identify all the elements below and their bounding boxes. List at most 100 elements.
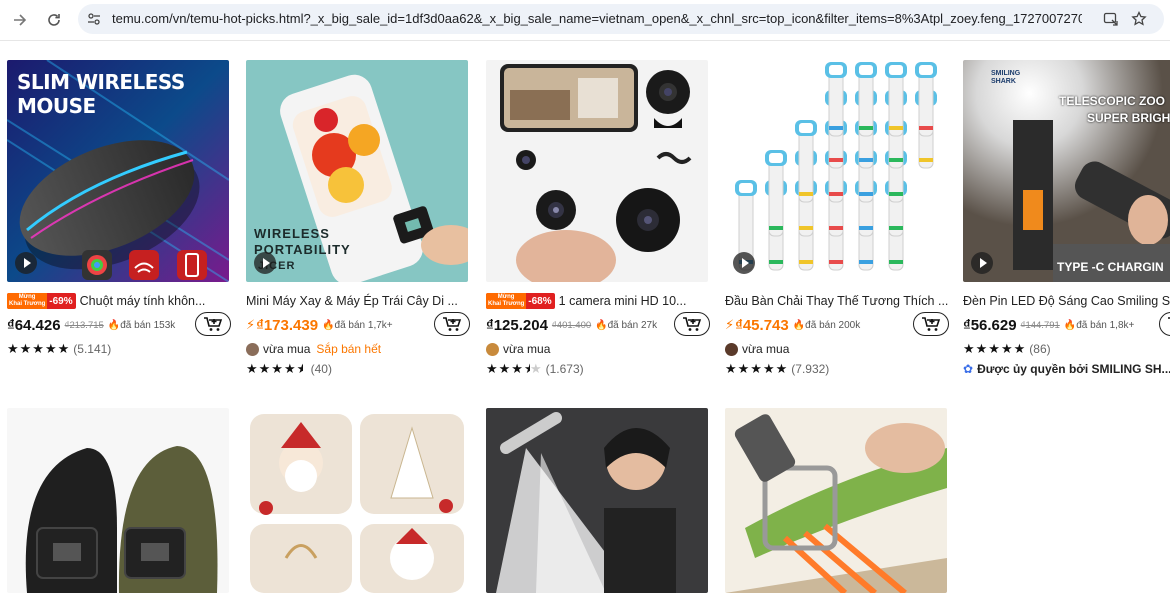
reload-icon[interactable] bbox=[42, 8, 66, 32]
url-host: temu.com bbox=[112, 11, 170, 26]
image-text-type-c: TYPE -C CHARGIN bbox=[1057, 260, 1164, 274]
recent-buyer-row: vừa mua Sắp bán hết bbox=[246, 340, 472, 358]
product-title: Mini Máy Xay & Máy Ép Trái Cây Di ... bbox=[246, 294, 458, 308]
half-star: ★ bbox=[297, 361, 303, 377]
product-image-shower-head[interactable] bbox=[486, 408, 708, 593]
verified-store-icon: ✿ bbox=[963, 362, 974, 376]
play-video-icon[interactable] bbox=[971, 252, 993, 274]
product-image-christmas-pillows[interactable] bbox=[246, 408, 468, 593]
rating-count: (1.673) bbox=[545, 362, 584, 376]
product-image-toothbrush-heads[interactable] bbox=[725, 60, 947, 282]
price: ₫125.204 bbox=[486, 316, 548, 334]
sold-count: đã bán 1,7k+ bbox=[334, 319, 393, 331]
url-text[interactable]: temu.com/vn/temu-hot-picks.html?_x_big_s… bbox=[112, 11, 1082, 26]
badge-tag-line1: Mừng bbox=[18, 294, 36, 300]
play-video-icon[interactable] bbox=[254, 252, 276, 274]
product-image-vegetable-peeler[interactable] bbox=[725, 408, 947, 593]
product-image-camera[interactable] bbox=[486, 60, 708, 282]
discount-text: -68% bbox=[528, 295, 552, 307]
badge-tag-line2: Khai Trương bbox=[9, 301, 46, 307]
price-row: ⚡ ₫45.743 🔥đã bán 200k bbox=[725, 312, 949, 338]
cart-icon bbox=[683, 317, 702, 331]
rating-count: (40) bbox=[310, 362, 332, 376]
recent-buyer-text: vừa mua bbox=[263, 342, 311, 356]
site-settings-icon[interactable] bbox=[86, 11, 102, 27]
rating-row: ★★★★★ (5.141) bbox=[7, 340, 233, 358]
price-row: ₫125.204 ₫401.400 🔥đã bán 27k bbox=[486, 312, 710, 338]
image-text-wireless: WIRELESS bbox=[254, 226, 330, 241]
rating-count: (7.932) bbox=[791, 362, 830, 376]
add-to-cart-button[interactable] bbox=[434, 312, 470, 336]
product-title-row[interactable]: Mini Máy Xay & Máy Ép Trái Cây Di ... bbox=[246, 292, 470, 310]
product-title-row[interactable]: Mừng Khai Trương -68% 1 camera mini HD 10… bbox=[486, 292, 710, 310]
address-bar[interactable]: temu.com/vn/temu-hot-picks.html?_x_big_s… bbox=[78, 4, 1164, 34]
discount-text: -69% bbox=[49, 295, 73, 307]
cart-icon bbox=[443, 317, 462, 331]
brand-logo-shark: SHARK bbox=[991, 78, 1016, 85]
play-video-icon[interactable] bbox=[15, 252, 37, 274]
price: ₫56.629 bbox=[963, 316, 1017, 334]
price: ₫64.426 bbox=[7, 316, 61, 334]
sold-count: đã bán 1,8k+ bbox=[1076, 319, 1135, 331]
avatar bbox=[486, 342, 499, 356]
rating-stars: ★★★★★ bbox=[7, 341, 71, 356]
brand-logo-smiling: SMILING bbox=[991, 70, 1021, 77]
product-image-mouse[interactable]: SLIM WIRELESS MOUSE bbox=[7, 60, 229, 282]
stock-note: Sắp bán hết bbox=[316, 342, 382, 356]
rating-row: ★★★★★ (40) bbox=[246, 360, 472, 378]
sold-count: đã bán 27k bbox=[607, 319, 658, 331]
sold-count: đã bán 153k bbox=[120, 319, 176, 331]
rating-stars: ★★★★★ bbox=[486, 361, 543, 377]
cart-icon bbox=[204, 317, 223, 331]
recent-buyer-text: vừa mua bbox=[503, 342, 551, 356]
sold-count: đã bán 200k bbox=[805, 319, 861, 331]
price-row: ⚡ ₫173.439 🔥đã bán 1,7k+ bbox=[246, 312, 470, 338]
sale-badge: Mừng Khai Trương -69% bbox=[7, 293, 76, 309]
rating-count: (5.141) bbox=[73, 342, 112, 356]
rating-count: (86) bbox=[1029, 342, 1051, 356]
product-image-belts[interactable] bbox=[7, 408, 229, 593]
lightning-icon: ⚡ bbox=[246, 317, 256, 332]
price-row: ₫64.426 ₫213.715 🔥đã bán 153k bbox=[7, 312, 231, 338]
product-title: Chuột máy tính khôn... bbox=[79, 294, 206, 308]
product-card[interactable]: SMILING SHARK TELESCOPIC ZOO SUPER BRIGH… bbox=[963, 60, 1170, 390]
recent-buyer-row: vừa mua bbox=[725, 340, 951, 358]
avatar bbox=[246, 342, 259, 356]
add-to-cart-button[interactable] bbox=[913, 312, 949, 336]
badge-tag-line1: Mừng bbox=[497, 294, 515, 300]
product-image-blender[interactable]: WIRELESS PORTABILITY JICER bbox=[246, 60, 468, 282]
product-title: Đèn Pin LED Độ Sáng Cao Smiling S bbox=[963, 294, 1170, 308]
old-price: ₫144.791 bbox=[1020, 319, 1060, 331]
rating-stars: ★★★★★ bbox=[725, 361, 789, 376]
full-stars: ★★★ bbox=[486, 361, 524, 376]
forward-icon[interactable] bbox=[8, 8, 32, 32]
browser-toolbar: temu.com/vn/temu-hot-picks.html?_x_big_s… bbox=[0, 0, 1170, 41]
full-stars: ★★★★ bbox=[246, 361, 297, 376]
rating-row: ★★★★★ (7.932) bbox=[725, 360, 951, 378]
product-image-flashlight[interactable]: SMILING SHARK TELESCOPIC ZOO SUPER BRIGH… bbox=[963, 60, 1170, 282]
price: ₫45.743 bbox=[735, 316, 789, 334]
fire-icon: 🔥 bbox=[107, 319, 121, 331]
product-title-row[interactable]: Mừng Khai Trương -69% Chuột máy tính khôn… bbox=[7, 292, 231, 310]
product-title: Đầu Bàn Chải Thay Thế Tương Thích ... bbox=[725, 294, 949, 308]
product-title-row[interactable]: Đèn Pin LED Độ Sáng Cao Smiling S bbox=[963, 292, 1170, 310]
rating-stars: ★★★★★ bbox=[963, 341, 1027, 356]
sale-badge: Mừng Khai Trương -68% bbox=[486, 293, 555, 309]
product-title-row[interactable]: Đầu Bàn Chải Thay Thế Tương Thích ... bbox=[725, 292, 949, 310]
add-to-cart-button[interactable] bbox=[1159, 312, 1170, 336]
price: ₫173.439 bbox=[256, 316, 319, 334]
recent-buyer-text: vừa mua bbox=[742, 342, 790, 356]
empty-star: ★ bbox=[529, 361, 543, 376]
bookmark-star-icon[interactable] bbox=[1130, 10, 1148, 28]
fire-icon: 🔥 bbox=[595, 319, 608, 331]
image-text-telescopic: TELESCOPIC ZOO bbox=[1059, 94, 1166, 108]
product-image-caption: SLIM WIRELESS MOUSE bbox=[17, 70, 185, 118]
old-price: ₫401.400 bbox=[551, 319, 592, 331]
add-to-cart-button[interactable] bbox=[195, 312, 231, 336]
install-app-icon[interactable] bbox=[1102, 10, 1120, 28]
fire-icon: 🔥 bbox=[1063, 319, 1077, 331]
add-to-cart-button[interactable] bbox=[674, 312, 710, 336]
lightning-icon: ⚡ bbox=[725, 317, 735, 332]
badge-tag-line2: Khai Trương bbox=[488, 301, 525, 307]
play-video-icon[interactable] bbox=[733, 252, 755, 274]
